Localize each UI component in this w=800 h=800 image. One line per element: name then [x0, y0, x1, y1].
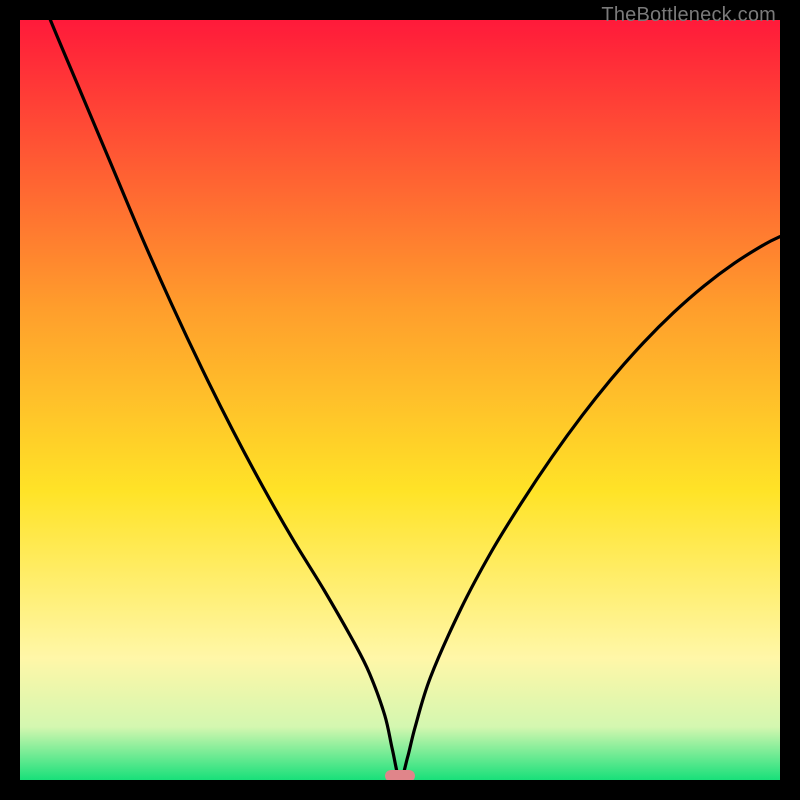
- watermark-text: TheBottleneck.com: [601, 4, 776, 27]
- plot-area: [20, 20, 780, 780]
- optimal-marker: [385, 770, 415, 780]
- bottleneck-curve: [20, 20, 780, 780]
- chart-stage: TheBottleneck.com: [0, 0, 800, 800]
